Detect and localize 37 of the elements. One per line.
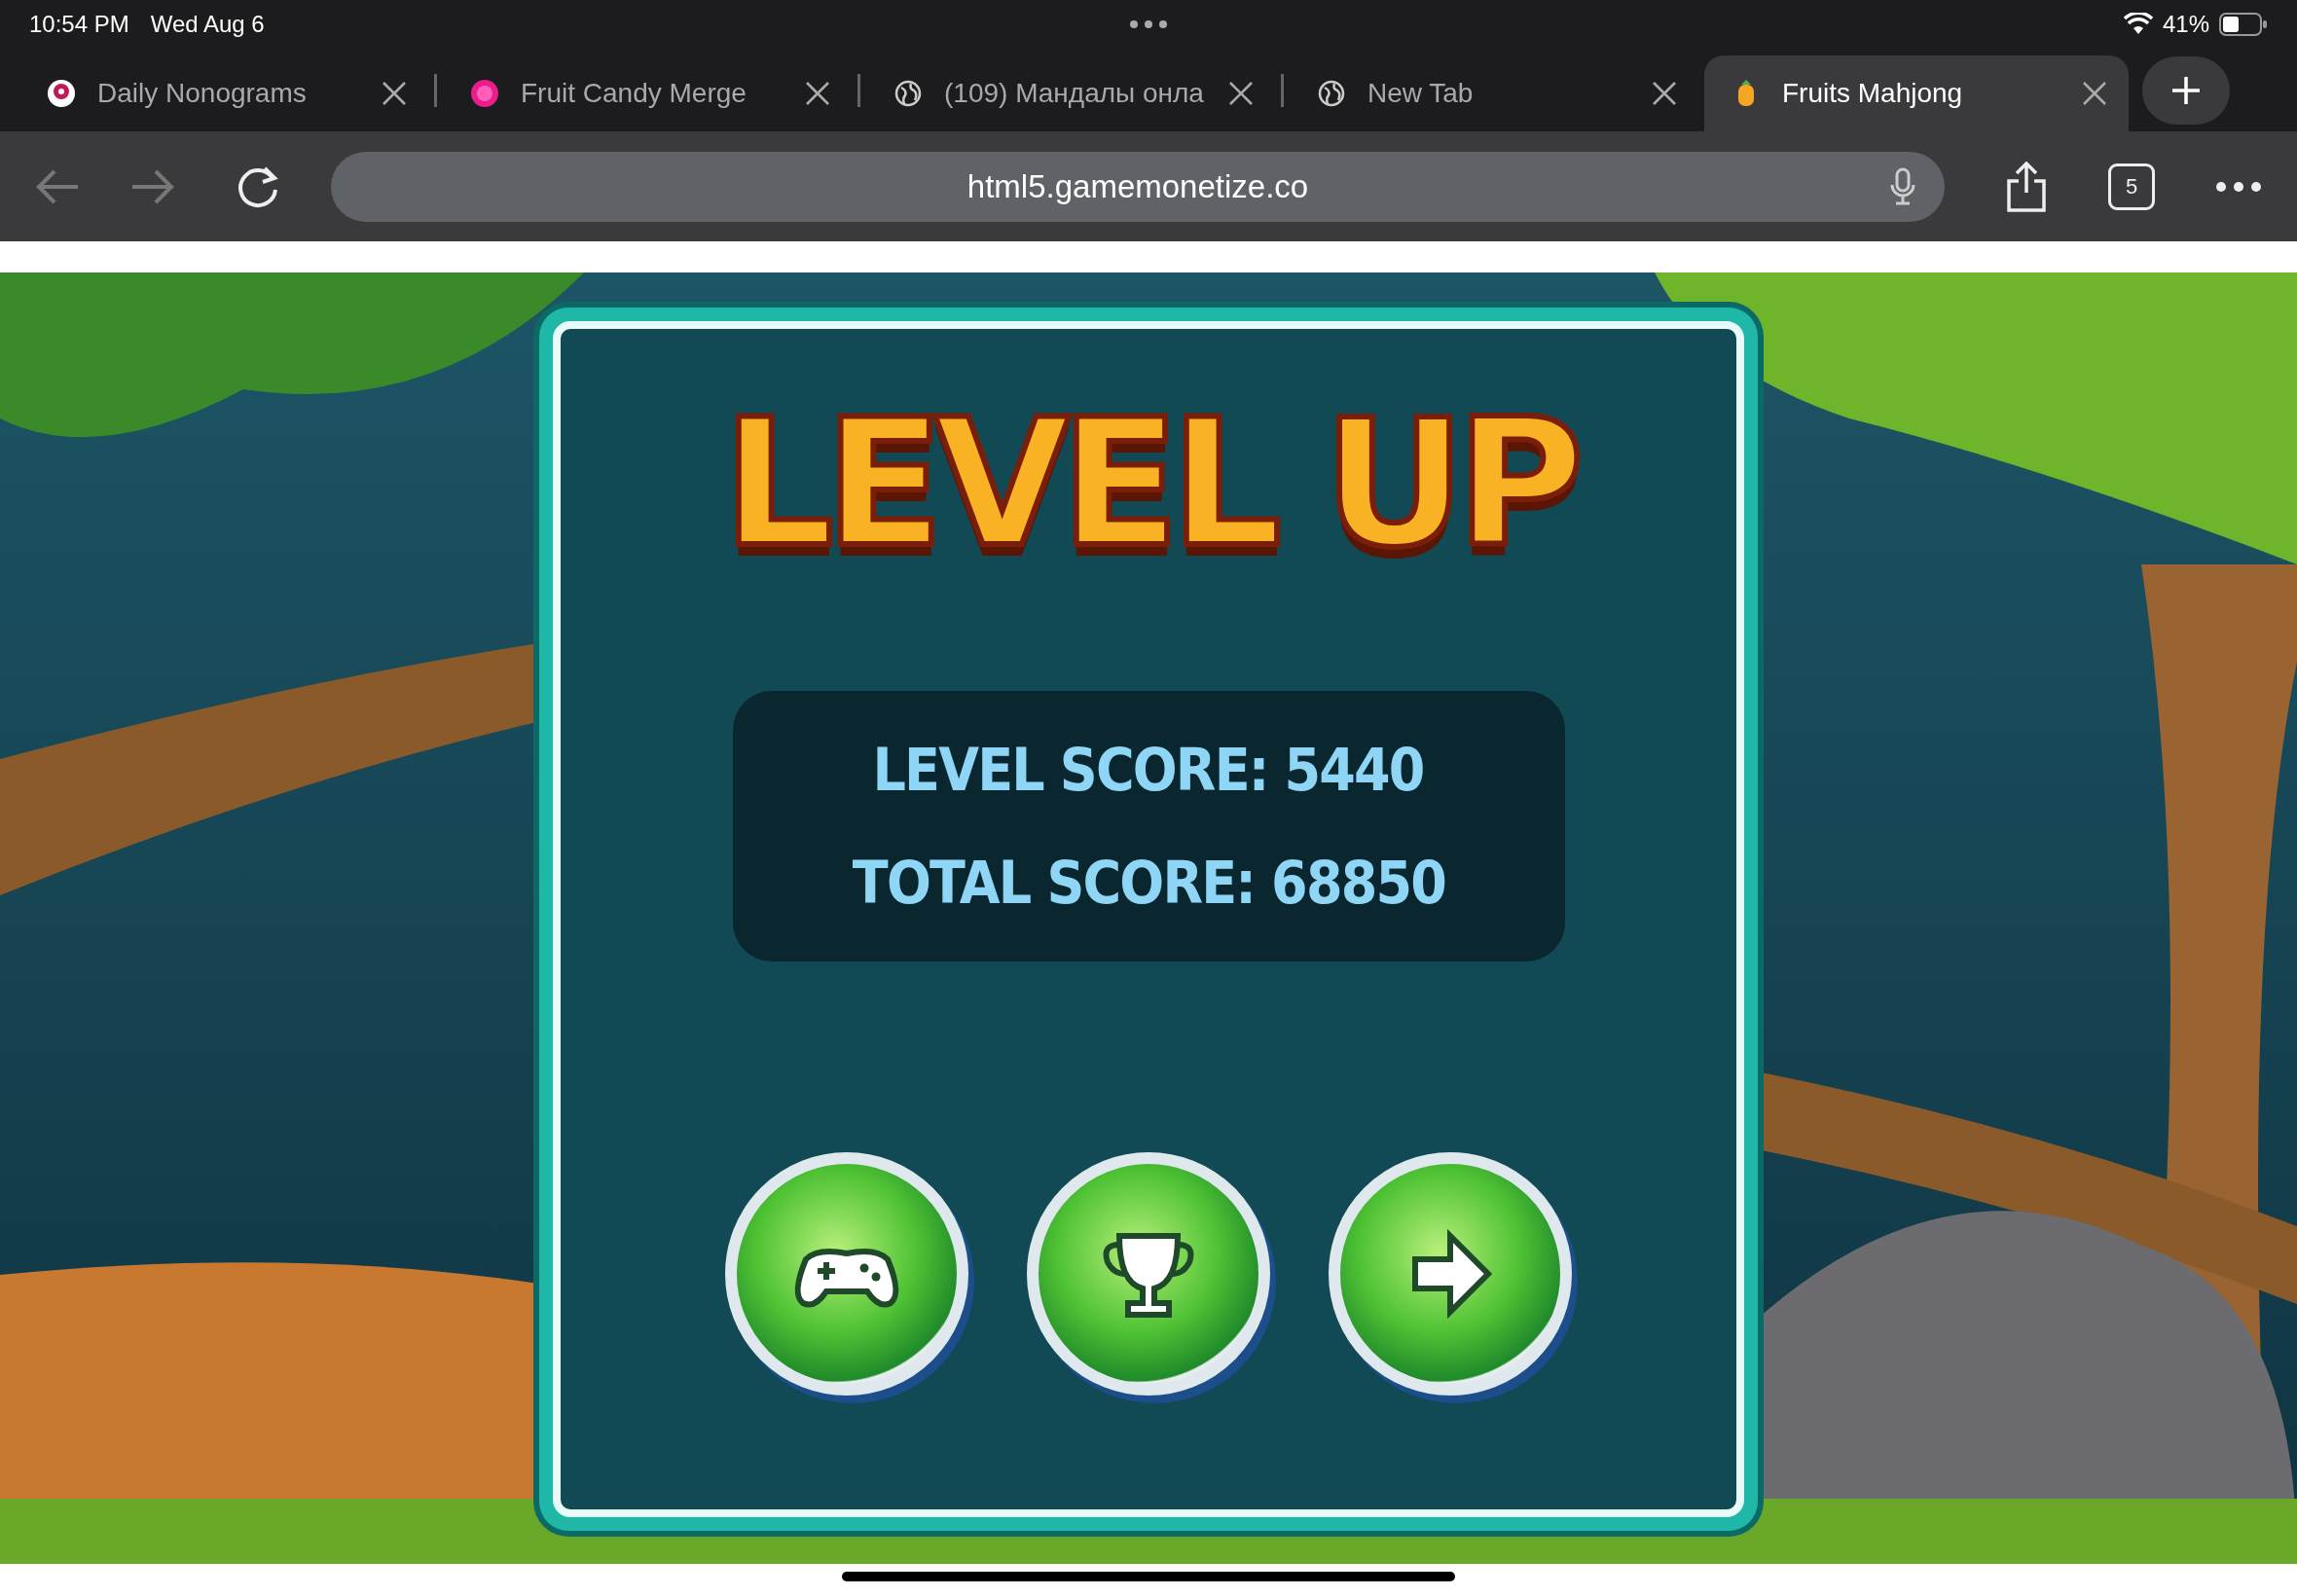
tab-title: Daily Nonograms — [97, 78, 308, 109]
favicon-icon — [47, 79, 76, 108]
close-icon[interactable] — [382, 81, 407, 106]
score-text: LEVEL SCORE: 5440 — [872, 741, 1425, 799]
tab-title: New Tab — [1367, 78, 1475, 109]
browser-tab[interactable]: Fruit Candy Merge — [443, 55, 852, 131]
browser-tab[interactable]: Daily Nonograms — [19, 55, 428, 131]
address-bar[interactable]: html5.gamemonetize.co — [331, 151, 1945, 222]
tab-title: (109) Мандалы онла — [944, 78, 1205, 109]
close-icon[interactable] — [2082, 81, 2107, 106]
share-icon[interactable] — [2005, 161, 2048, 212]
close-icon[interactable] — [805, 81, 830, 106]
tab-title: Fruits Mahjong — [1782, 78, 1964, 109]
globe-icon — [1317, 79, 1346, 108]
tab-count-button[interactable]: 5 — [2108, 163, 2155, 210]
favicon-icon — [470, 79, 499, 108]
close-icon[interactable] — [1652, 81, 1677, 106]
close-icon[interactable] — [1228, 81, 1254, 106]
more-icon[interactable] — [2215, 180, 2262, 193]
plus-icon — [2170, 74, 2202, 106]
battery-percent: 41% — [2162, 11, 2209, 38]
globe-icon — [893, 79, 923, 108]
right-arrow-icon — [1412, 1228, 1493, 1320]
browser-tab[interactable]: Fruits Mahjong — [1704, 55, 2129, 131]
trophy-icon — [1103, 1233, 1194, 1318]
status-time: 10:54 PM — [29, 11, 129, 38]
browser-tab[interactable]: New Tab — [1290, 55, 1698, 131]
browser-tab[interactable]: (109) Мандалы онла — [866, 55, 1275, 131]
microphone-icon[interactable] — [1890, 166, 1915, 206]
wifi-icon — [2123, 13, 2153, 36]
tab-title: Fruit Candy Merge — [521, 78, 747, 109]
battery-icon — [2219, 13, 2268, 36]
more-dots-icon — [1129, 19, 1168, 29]
level-up-title: LEVEL UP — [721, 381, 1577, 587]
gamepad-icon — [794, 1249, 899, 1308]
score-text: TOTAL SCORE: 68850 — [852, 853, 1445, 912]
status-date: Wed Aug 6 — [150, 11, 265, 38]
